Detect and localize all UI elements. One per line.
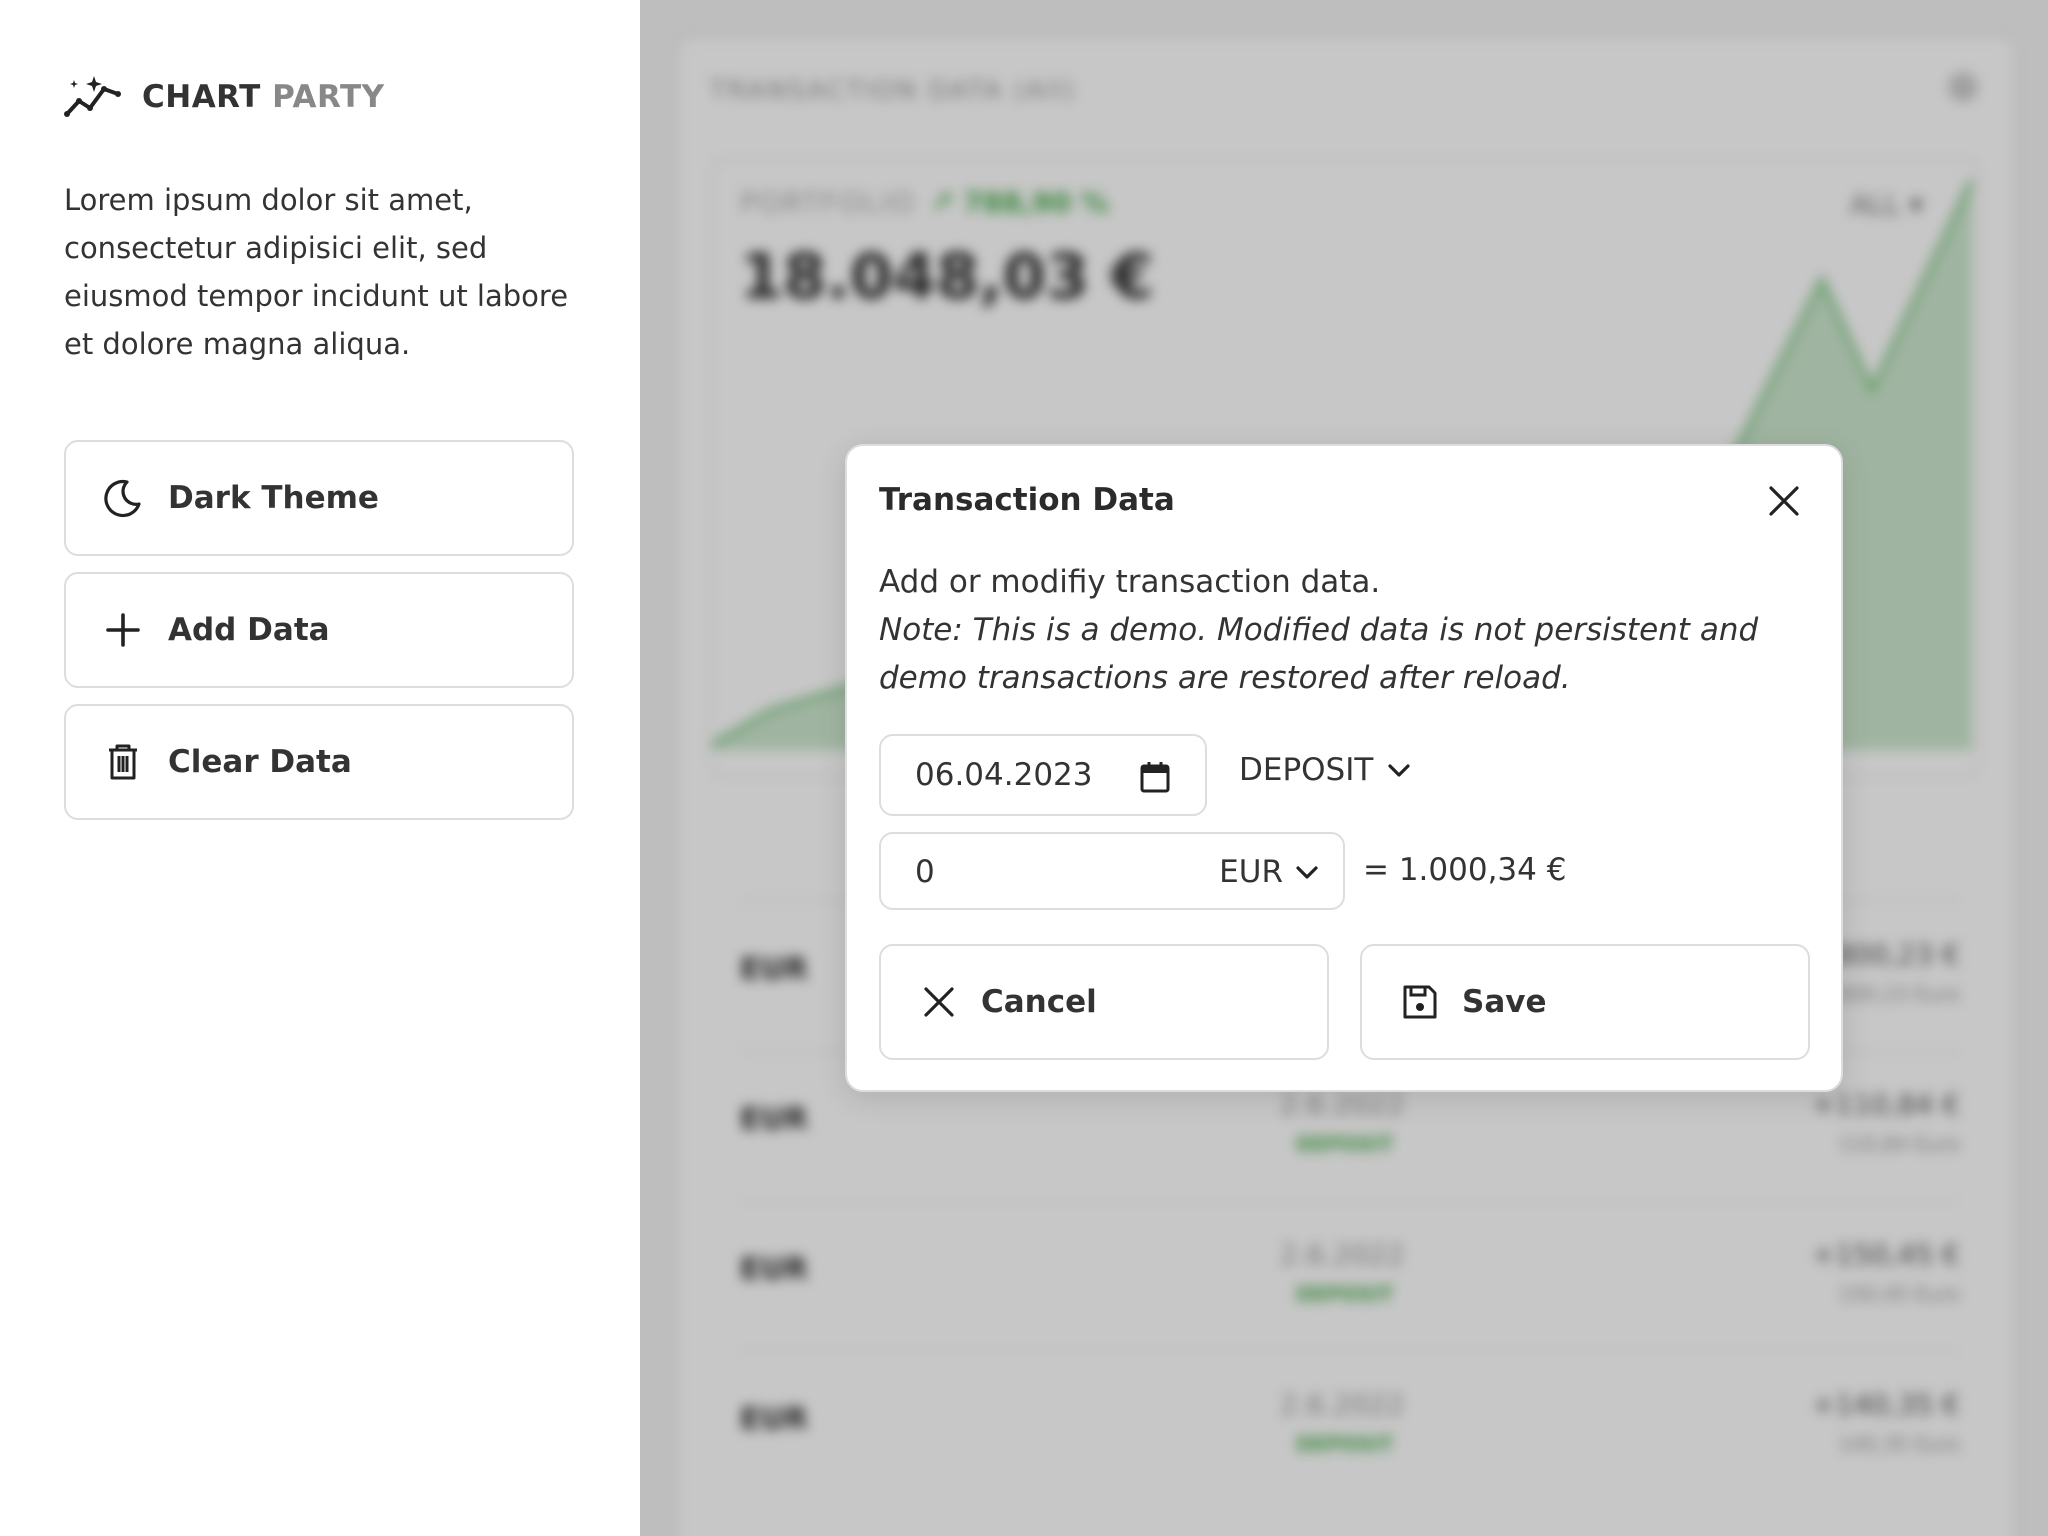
brand-name: CHART PARTY [142,79,385,115]
dialog-note: Note: This is a demo. Modified data is n… [879,612,1759,696]
chevron-down-icon [1296,866,1318,879]
save-label: Save [1462,984,1547,1020]
dialog-description: Add or modifiy transaction data. [879,564,1381,600]
cancel-button[interactable]: Cancel [879,944,1329,1060]
date-value: 06.04.2023 [915,757,1093,793]
clear-data-button[interactable]: Clear Data [64,704,574,820]
dark-theme-label: Dark Theme [168,480,379,516]
transaction-type-value: DEPOSIT [1239,752,1374,788]
save-button[interactable]: Save [1360,944,1810,1060]
dark-theme-button[interactable]: Dark Theme [64,440,574,556]
cancel-label: Cancel [981,984,1097,1020]
moon-icon [102,477,144,519]
calendar-icon[interactable] [1139,760,1171,794]
dialog-title: Transaction Data [879,482,1175,518]
floppy-disk-icon [1403,985,1437,1019]
add-data-label: Add Data [168,612,330,648]
date-input[interactable]: 06.04.2023 [879,734,1207,816]
close-icon[interactable] [1765,482,1803,520]
plus-icon [102,609,144,651]
add-data-button[interactable]: Add Data [64,572,574,688]
transaction-type-select[interactable]: DEPOSIT [1239,752,1411,788]
converted-amount: = 1.000,34 € [1363,852,1567,888]
chart-sparkle-icon [64,76,121,117]
amount-input[interactable]: 0 EUR [879,832,1345,910]
trash-icon [102,741,144,783]
sidebar: CHART PARTY Lorem ipsum dolor sit amet, … [0,0,640,1536]
currency-value: EUR [1219,854,1283,890]
intro-text: Lorem ipsum dolor sit amet, consectetur … [64,183,569,361]
brand-logo[interactable]: CHART PARTY [64,74,385,120]
close-icon [924,987,954,1017]
transaction-dialog: Transaction Data Add or modifiy transact… [845,444,1843,1092]
amount-value: 0 [915,854,935,890]
clear-data-label: Clear Data [168,744,352,780]
currency-select[interactable]: EUR [1219,854,1319,890]
chevron-down-icon [1388,764,1410,777]
